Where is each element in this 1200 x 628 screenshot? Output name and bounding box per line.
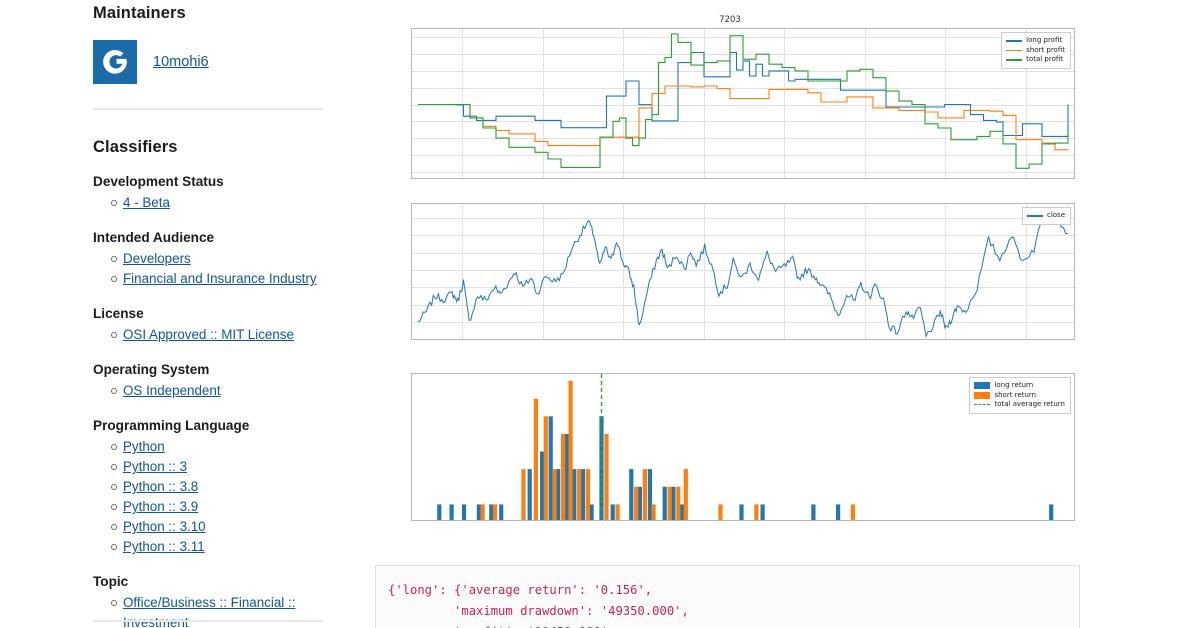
list-item: Financial and Insurance Industry [111,269,323,289]
classifier-list: Office/Business :: Financial :: Investme… [93,593,323,628]
list-item: Python :: 3.8 [111,477,323,497]
classifier-link[interactable]: Financial and Insurance Industry [123,271,317,286]
list-item: OSI Approved :: MIT License [111,325,323,345]
profit-chart-title: 7203 [719,15,741,25]
classifier-group-label: License [93,306,144,321]
sidebar-divider-top [93,108,323,110]
gravatar-icon [93,40,137,84]
classifier-group-label: Development Status [93,174,224,189]
legend-swatch [974,400,991,409]
chart-legend: long return short return total average ret… [969,377,1071,414]
close-chart-axes: 6005004003002001000-1002021-102022-01202… [411,203,1075,340]
maintainer-row[interactable]: 10mohi6 [93,40,323,84]
classifier-group-label: Operating System [93,362,210,377]
return-histogram-figure: 876543210-5051015long returnshort return… [375,370,1085,530]
classifier-group: Programming Language Python Python :: 3 Pyt… [93,418,323,557]
legend-label: total average return [994,400,1065,408]
list-item: Office/Business :: Financial :: Investme… [111,593,323,628]
classifier-group: LicenseOSI Approved :: MIT License [93,306,323,345]
legend-swatch [974,391,991,400]
legend-label: long return [994,381,1034,389]
legend-swatch [1006,46,1023,55]
profit-chart-figure: 7203 400003000020000100000-10000-20000-3… [375,14,1085,194]
gridline [412,339,1074,340]
legend-entry: total profit [1006,55,1065,65]
maintainer-link[interactable]: 10mohi6 [153,54,209,70]
legend-label: long profit [1026,36,1063,44]
classifier-group: Development Status 4 - Beta [93,174,323,213]
sidebar-divider-bottom [93,620,323,622]
legend-label: close [1046,211,1065,219]
classifier-group-label: Topic [93,574,129,589]
classifier-group: Operating System OS Independent [93,362,323,401]
list-item: OS Independent [111,381,323,401]
legend-entry: close [1026,211,1065,221]
list-item: Python :: 3.10 [111,517,323,537]
pypi-project-page: Maintainers 10mohi6 Classifiers Developm… [0,0,1200,628]
classifier-link[interactable]: Developers [123,251,191,266]
classifier-link[interactable]: OS Independent [123,383,221,398]
classifier-list: 4 - Beta [93,193,323,213]
legend-swatch [1006,55,1023,64]
classifier-link[interactable]: Python :: 3 [123,459,187,474]
list-item: Developers [111,249,323,269]
legend-label: total profit [1026,55,1064,63]
legend-entry: long profit [1006,36,1065,46]
classifier-link[interactable]: Office/Business :: Financial :: Investme… [123,595,295,628]
legend-swatch [1006,36,1023,45]
legend-label: short profit [1026,45,1065,54]
classifier-groups: Development Status 4 - Beta Intended Audie… [93,174,323,628]
chart-legend: long profit short profit total profit [1001,32,1071,69]
classifier-link[interactable]: Python [123,439,165,454]
classifier-list: Developers Financial and Insurance Indust… [93,249,323,289]
classifier-group-label: Programming Language [93,418,250,433]
legend-entry: short return [974,391,1065,401]
classifier-list: PythonPython :: 3Python :: 3.8Python :: … [93,437,323,557]
classifier-link[interactable]: OSI Approved :: MIT License [123,327,294,342]
list-item: Python :: 3.11 [111,537,323,557]
project-sidebar: Maintainers 10mohi6 Classifiers Developm… [93,0,323,628]
list-item: Python :: 3.9 [111,497,323,517]
classifiers-heading: Classifiers [93,138,178,156]
legend-swatch [1026,211,1043,220]
classifier-link[interactable]: Python :: 3.10 [123,519,206,534]
close-series-svg [417,209,1069,339]
return-histogram-axes: 876543210-5051015long returnshort return… [411,373,1075,521]
legend-entry: long return [974,381,1065,391]
list-item: Python :: 3 [111,457,323,477]
maintainers-heading: Maintainers [93,4,186,22]
classifier-list: OS Independent [93,381,323,401]
legend-label: short return [994,390,1037,399]
code-output-text: {'long': {'average return': '0.156', 'ma… [388,583,689,628]
close-chart-figure: 6005004003002001000-1002021-102022-01202… [375,200,1085,360]
classifier-list: OSI Approved :: MIT License [93,325,323,345]
classifier-link[interactable]: 4 - Beta [123,195,170,210]
list-item: 4 - Beta [111,193,323,213]
classifier-group-label: Intended Audience [93,230,215,245]
list-item: Python [111,437,323,457]
legend-entry: total average return [974,400,1065,410]
profit-series-svg [418,33,1069,169]
classifier-link[interactable]: Python :: 3.11 [123,539,205,554]
classifier-link[interactable]: Python :: 3.9 [123,499,198,514]
code-output-block: {'long': {'average return': '0.156', 'ma… [375,565,1080,628]
classifier-link[interactable]: Python :: 3.8 [123,479,198,494]
classifier-group: Intended Audience Developers Financial and… [93,230,323,289]
legend-swatch [974,381,991,390]
legend-entry: short profit [1006,46,1065,56]
profit-chart-axes: 400003000020000100000-10000-20000-30000-… [411,28,1075,179]
chart-legend: close [1021,207,1071,225]
